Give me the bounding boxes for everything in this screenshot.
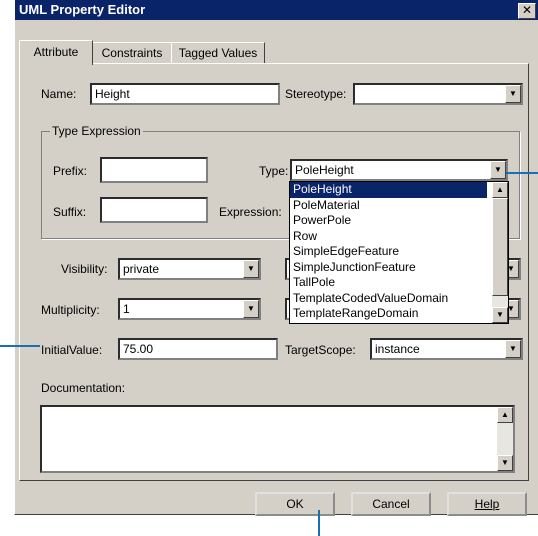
stereotype-label: Stereotype: — [285, 87, 347, 101]
callout-line-type — [506, 172, 538, 174]
callout-line-ok — [318, 510, 320, 536]
documentation-scrollbar[interactable]: ▲ ▼ — [497, 407, 513, 471]
documentation-textarea[interactable]: ▲ ▼ — [40, 405, 515, 473]
multiplicity-label: Multiplicity: — [41, 303, 100, 317]
scroll-down-icon[interactable]: ▼ — [492, 307, 508, 323]
stereotype-combo[interactable]: ▼ — [353, 83, 523, 105]
close-icon: ✕ — [521, 3, 533, 17]
list-item[interactable]: SimpleJunctionFeature — [290, 260, 487, 276]
ok-button[interactable]: OK — [255, 492, 335, 516]
list-item[interactable]: Row — [290, 229, 487, 245]
name-label: Name: — [41, 87, 77, 101]
tab-tagged-values[interactable]: Tagged Values — [171, 42, 265, 64]
prefix-label: Prefix: — [53, 164, 88, 178]
scroll-up-icon[interactable]: ▲ — [497, 407, 513, 423]
initial-value-label: InitialValue: — [41, 343, 103, 357]
scroll-thumb[interactable] — [492, 198, 508, 296]
suffix-label: Suffix: — [53, 205, 87, 219]
list-item[interactable]: TallPole — [290, 275, 487, 291]
cancel-button[interactable]: Cancel — [351, 492, 431, 516]
list-item[interactable]: SimpleEdgeFeature — [290, 244, 487, 260]
list-item[interactable]: TemplateCodedValueDomain — [290, 291, 487, 307]
chevron-down-icon[interactable]: ▼ — [243, 260, 259, 278]
chevron-down-icon[interactable]: ▼ — [490, 161, 506, 179]
initial-value-input[interactable]: 75.00 — [118, 338, 278, 360]
title-bar[interactable]: UML Property Editor ✕ — [15, 0, 538, 20]
list-item[interactable]: PoleHeight — [290, 182, 488, 199]
window-title: UML Property Editor — [19, 2, 146, 17]
list-item[interactable]: PowerPole — [290, 213, 487, 229]
visibility-value: private — [123, 262, 160, 276]
target-scope-value: instance — [375, 342, 420, 356]
visibility-label: Visibility: — [61, 262, 108, 276]
scroll-down-icon[interactable]: ▼ — [497, 455, 513, 471]
multiplicity-combo[interactable]: 1 ▼ — [118, 298, 261, 320]
list-item[interactable]: PoleMaterial — [290, 198, 487, 214]
visibility-combo[interactable]: private ▼ — [118, 258, 261, 280]
prefix-input[interactable] — [100, 157, 208, 183]
expression-label: Expression: — [219, 205, 282, 219]
suffix-input[interactable] — [100, 197, 208, 223]
chevron-down-icon[interactable]: ▼ — [505, 85, 521, 103]
type-dropdown-list[interactable]: PoleHeight PoleMaterial PowerPole Row Si… — [289, 181, 509, 324]
type-expression-label: Type Expression — [50, 124, 143, 138]
dropdown-scrollbar[interactable]: ▲ ▼ — [492, 182, 508, 323]
close-button[interactable]: ✕ — [518, 3, 536, 19]
chevron-down-icon[interactable]: ▼ — [505, 340, 521, 358]
help-button[interactable]: Help — [447, 492, 527, 516]
callout-line-initial-value — [0, 345, 40, 347]
target-scope-combo[interactable]: instance ▼ — [370, 338, 523, 360]
type-combo[interactable]: PoleHeight ▼ — [290, 159, 508, 181]
type-value: PoleHeight — [295, 163, 354, 177]
target-scope-label: TargetScope: — [285, 343, 356, 357]
tab-constraints[interactable]: Constraints — [92, 42, 172, 64]
multiplicity-value: 1 — [123, 302, 130, 316]
chevron-down-icon[interactable]: ▼ — [243, 300, 259, 318]
documentation-label: Documentation: — [41, 381, 126, 395]
type-label: Type: — [259, 164, 289, 178]
name-input[interactable]: Height — [90, 83, 280, 105]
tab-attribute[interactable]: Attribute — [19, 40, 93, 65]
list-item[interactable]: TemplateRangeDomain — [290, 306, 487, 322]
scroll-up-icon[interactable]: ▲ — [492, 182, 508, 198]
